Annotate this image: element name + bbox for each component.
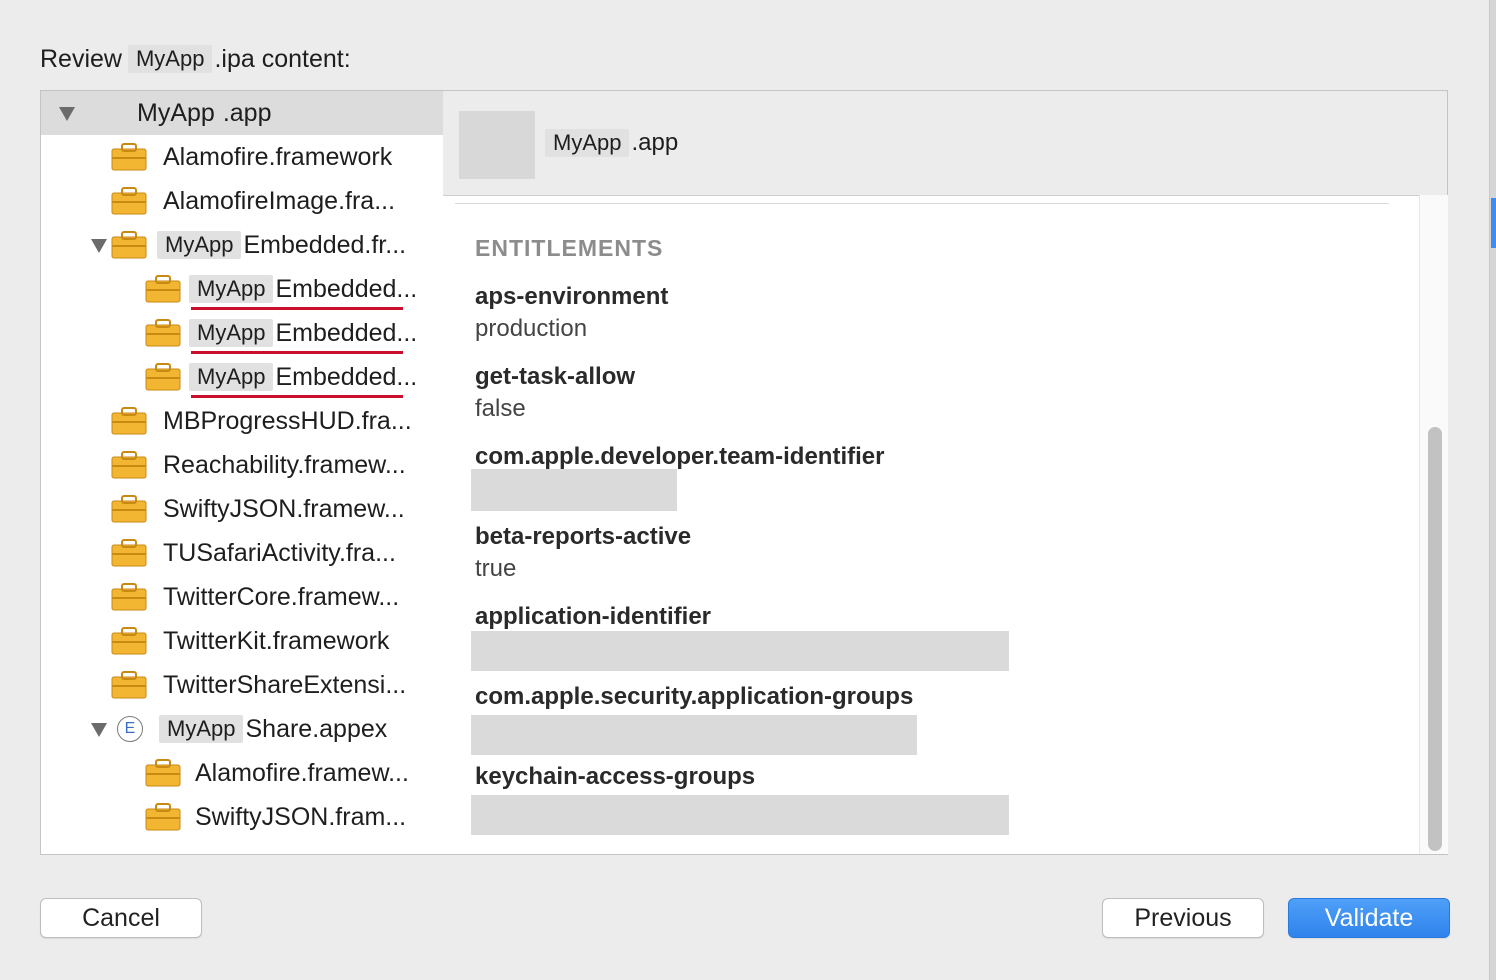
entitlement-key: beta-reports-active xyxy=(475,523,692,550)
tree-row-label: Share.appex xyxy=(245,714,388,743)
framework-folder-icon xyxy=(111,407,147,435)
red-underline xyxy=(191,307,403,310)
cancel-button[interactable]: Cancel xyxy=(40,898,202,938)
redacted-value xyxy=(471,715,917,755)
entitlements-heading: ENTITLEMENTS xyxy=(475,235,664,261)
content-browser: MyApp .app Alamofire.framework Alamofire… xyxy=(40,90,1448,855)
window-edge xyxy=(1489,0,1496,980)
tree-row-app-name: MyApp xyxy=(157,230,242,260)
vertical-scrollbar[interactable] xyxy=(1419,195,1448,854)
framework-folder-icon xyxy=(145,275,181,303)
tree-row[interactable]: SwiftyJSON.fram... xyxy=(41,795,443,839)
tree-row[interactable]: TUSafariActivity.fra... xyxy=(41,531,443,575)
framework-folder-icon xyxy=(111,187,147,215)
tree-row[interactable]: MBProgressHUD.fra... xyxy=(41,399,443,443)
file-tree[interactable]: MyApp .app Alamofire.framework Alamofire… xyxy=(41,91,444,854)
title-prefix: Review xyxy=(40,44,122,73)
tree-row-label: SwiftyJSON.framew... xyxy=(163,494,405,523)
tree-row[interactable]: SwiftyJSON.framew... xyxy=(41,487,443,531)
framework-folder-icon xyxy=(145,803,181,831)
entitlement-value: true xyxy=(475,555,517,582)
disclosure-triangle-icon[interactable] xyxy=(91,239,107,253)
detail-pane: MyApp .app ENTITLEMENTS aps-environment … xyxy=(443,91,1448,854)
scrollbar-thumb[interactable] xyxy=(1428,427,1442,851)
tree-row[interactable]: AlamofireImage.fra... xyxy=(41,179,443,223)
entitlement-key: aps-environment xyxy=(475,283,669,310)
entitlement-key: com.apple.developer.team-identifier xyxy=(475,443,885,470)
tree-row-label: AlamofireImage.fra... xyxy=(163,186,396,215)
tree-row[interactable]: Alamofire.framew... xyxy=(41,751,443,795)
tree-row-embedded-framework[interactable]: MyApp Embedded.fr... xyxy=(41,223,443,267)
framework-folder-icon xyxy=(145,363,181,391)
disclosure-triangle-icon[interactable] xyxy=(59,107,75,121)
framework-folder-icon xyxy=(145,759,181,787)
tree-row-share-extension[interactable]: E MyApp Share.appex xyxy=(41,707,443,751)
tree-row-label: SwiftyJSON.fram... xyxy=(195,802,407,831)
tree-row-label: TUSafariActivity.fra... xyxy=(163,538,396,567)
tree-row-label: Alamofire.framew... xyxy=(195,758,409,787)
divider xyxy=(455,203,1389,204)
tree-row-embedded-child[interactable]: MyApp Embedded... xyxy=(41,355,443,399)
detail-app-name: MyApp xyxy=(545,129,630,158)
tree-row-embedded-child[interactable]: MyApp Embedded... xyxy=(41,311,443,355)
framework-folder-icon xyxy=(111,539,147,567)
entitlement-key: com.apple.security.application-groups xyxy=(475,683,914,710)
tree-row[interactable]: Reachability.framew... xyxy=(41,443,443,487)
tree-row-label: MBProgressHUD.fra... xyxy=(163,406,412,435)
title-suffix: .ipa content: xyxy=(214,44,351,73)
tree-row[interactable]: TwitterShareExtensi... xyxy=(41,663,443,707)
framework-folder-icon xyxy=(111,627,147,655)
framework-folder-icon xyxy=(111,451,147,479)
disclosure-triangle-icon[interactable] xyxy=(91,723,107,737)
tree-row-label: Alamofire.framework xyxy=(163,142,393,171)
tree-row[interactable]: Alamofire.framework xyxy=(41,135,443,179)
title-app-name: MyApp xyxy=(127,44,213,74)
tree-row-label: TwitterShareExtensi... xyxy=(163,670,407,699)
entitlement-key: keychain-access-groups xyxy=(475,763,756,790)
detail-app-suffix: .app xyxy=(631,129,679,157)
tree-row-label: Embedded... xyxy=(275,318,418,347)
detail-header: MyApp .app xyxy=(443,91,1447,196)
tree-row-app-name: MyApp xyxy=(189,362,274,392)
extension-icon: E xyxy=(117,716,143,742)
entitlement-key: application-identifier xyxy=(475,603,712,630)
app-icon xyxy=(459,111,535,179)
framework-folder-icon xyxy=(145,319,181,347)
tree-row-app-name: MyApp xyxy=(189,274,274,304)
red-underline xyxy=(191,351,403,354)
entitlement-value: production xyxy=(475,315,588,342)
tree-row-app-name: MyApp xyxy=(189,318,274,348)
redacted-value xyxy=(471,469,677,511)
tree-row-label: TwitterKit.framework xyxy=(163,626,390,655)
detail-app-title: MyApp .app xyxy=(543,129,679,158)
tree-row[interactable]: TwitterKit.framework xyxy=(41,619,443,663)
tree-row[interactable]: TwitterCore.framew... xyxy=(41,575,443,619)
previous-button[interactable]: Previous xyxy=(1102,898,1264,938)
framework-folder-icon xyxy=(111,583,147,611)
dialog-title: Review MyApp .ipa content: xyxy=(40,42,351,76)
redacted-value xyxy=(471,631,1009,671)
entitlement-value: false xyxy=(475,395,526,422)
window-edge-accent xyxy=(1491,198,1496,248)
framework-folder-icon xyxy=(111,495,147,523)
framework-folder-icon xyxy=(111,231,147,259)
tree-row-label: .app xyxy=(222,98,272,127)
tree-row-label: Reachability.framew... xyxy=(163,450,406,479)
tree-row-app[interactable]: MyApp .app xyxy=(41,91,443,135)
framework-folder-icon xyxy=(111,671,147,699)
framework-folder-icon xyxy=(111,143,147,171)
validate-button[interactable]: Validate xyxy=(1288,898,1450,938)
tree-row-embedded-child[interactable]: MyApp Embedded... xyxy=(41,267,443,311)
tree-row-label: Embedded.fr... xyxy=(243,230,407,259)
tree-row-label: Embedded... xyxy=(275,362,418,391)
redacted-value xyxy=(471,795,1009,835)
entitlement-key: get-task-allow xyxy=(475,363,636,390)
tree-row-app-name: MyApp xyxy=(159,714,244,744)
tree-row-app-name: MyApp xyxy=(137,98,215,127)
red-underline xyxy=(191,395,403,398)
tree-row-label: TwitterCore.framew... xyxy=(163,582,400,611)
tree-row-label: Embedded... xyxy=(275,274,418,303)
